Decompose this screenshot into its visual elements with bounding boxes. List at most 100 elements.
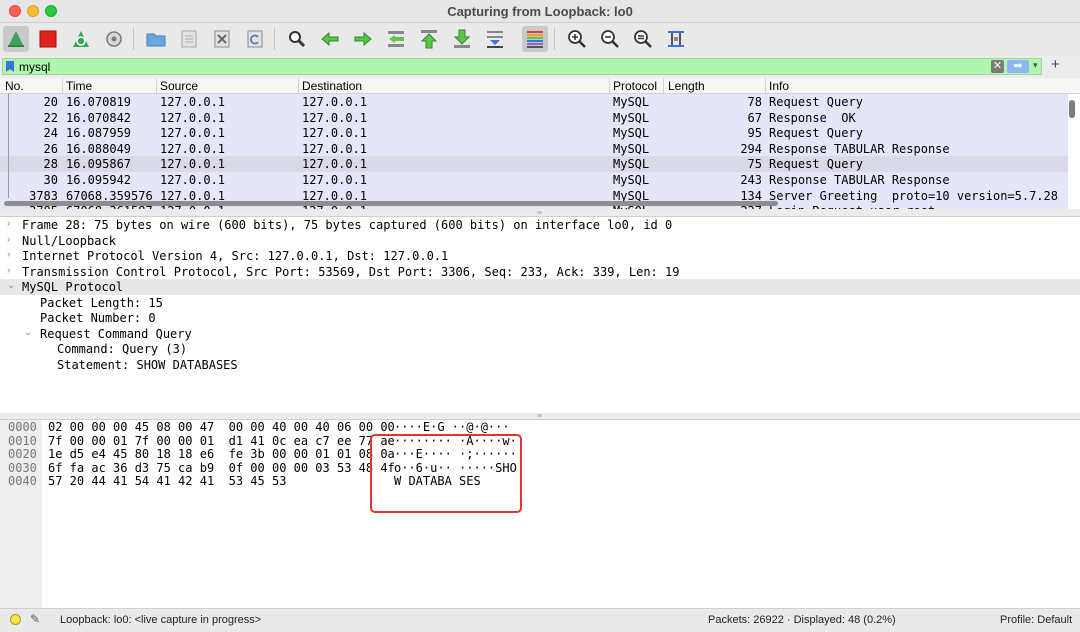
resize-columns-button[interactable] (663, 26, 689, 52)
capture-comment-icon[interactable]: ✎ (30, 612, 40, 626)
zoom-out-button[interactable] (597, 26, 623, 52)
details-line[interactable]: ⌄ Request Command Query (0, 326, 1080, 342)
window-title: Capturing from Loopback: lo0 (447, 4, 633, 19)
details-line[interactable]: Packet Number: 0 (0, 310, 1080, 326)
packet-destination: 127.0.0.1 (302, 157, 368, 172)
byte-offset: 0020 (8, 447, 37, 461)
packet-protocol: MySQL (613, 126, 650, 141)
collapse-chevron-icon[interactable]: ⌄ (24, 327, 32, 338)
details-line[interactable]: Command: Query (3) (0, 341, 1080, 357)
capture-status-text: Loopback: lo0: <live capture in progress… (60, 614, 262, 626)
hex-bytes[interactable]: 57 20 44 41 54 41 42 41 53 45 53 (48, 474, 286, 488)
byte-offset: 0010 (8, 433, 37, 448)
packet-time: 16.088049 (66, 141, 132, 156)
hex-bytes[interactable]: 1e d5 e4 45 80 18 18 e6 fe 3b 00 00 01 0… (48, 447, 395, 461)
colorize-button[interactable] (522, 26, 548, 52)
packet-row[interactable]: 24 16.087959 127.0.0.1 127.0.0.1 MySQL 95 Requ… (0, 125, 1068, 141)
clear-icon[interactable]: ✕ (991, 60, 1004, 73)
auto-scroll-button[interactable] (482, 26, 508, 52)
column-header-info[interactable]: Info (769, 79, 789, 93)
go-forward-button[interactable] (350, 26, 376, 52)
details-text: Command: Query (3) (57, 342, 188, 356)
open-file-button[interactable] (143, 26, 169, 52)
find-packet-button[interactable] (284, 26, 310, 52)
save-file-icon (181, 30, 197, 48)
column-header-time[interactable]: Time (66, 79, 92, 93)
packet-protocol: MySQL (613, 141, 650, 156)
close-file-icon (214, 30, 230, 48)
details-line-selected[interactable]: ⌄ MySQL Protocol (0, 279, 1080, 295)
details-text: Packet Number: 0 (40, 311, 156, 325)
hex-bytes[interactable]: 02 00 00 00 45 08 00 47 00 00 40 00 40 0… (48, 420, 395, 434)
ascii-bytes[interactable]: ····E·G ··@·@··· (394, 420, 510, 434)
vertical-scrollbar[interactable] (1069, 100, 1075, 118)
close-file-button[interactable] (209, 26, 235, 52)
packet-destination: 127.0.0.1 (302, 95, 368, 109)
expand-chevron-icon[interactable]: › (7, 234, 10, 245)
hex-bytes[interactable]: 7f 00 00 01 7f 00 00 01 d1 41 0c ea c7 e… (48, 434, 395, 448)
details-line[interactable]: › Internet Protocol Version 4, Src: 127.… (0, 248, 1080, 264)
packet-row[interactable]: 30 16.095942 127.0.0.1 127.0.0.1 MySQL 243 Res… (0, 172, 1068, 188)
save-file-button[interactable] (176, 26, 202, 52)
display-filter-value[interactable]: mysql (19, 60, 50, 74)
horizontal-scrollbar[interactable] (4, 201, 778, 206)
byte-offset: 0000 (8, 420, 37, 434)
pane-splitter[interactable] (537, 211, 542, 214)
auto-scroll-icon (487, 31, 503, 48)
byte-offset: 0030 (8, 460, 37, 475)
column-header-length[interactable]: Length (668, 79, 705, 93)
start-capture-button[interactable] (3, 26, 29, 52)
go-last-packet-button[interactable] (449, 26, 475, 52)
packet-row[interactable]: 20 16.070819 127.0.0.1 127.0.0.1 MySQL 78 Requ… (0, 94, 1068, 110)
column-header-destination[interactable]: Destination (302, 79, 362, 93)
add-filter-button[interactable]: + (1051, 56, 1060, 73)
packet-row[interactable]: 26 16.088049 127.0.0.1 127.0.0.1 MySQL 294 Res… (0, 140, 1068, 157)
stop-capture-button[interactable] (35, 26, 61, 52)
display-filter-input[interactable]: mysql ✕ ➡ ▾ (2, 58, 1042, 75)
details-line[interactable]: › Frame 28: 75 bytes on wire (600 bits),… (0, 217, 1080, 233)
restart-capture-icon (73, 31, 89, 47)
packet-row-selected[interactable]: 28 16.095867 127.0.0.1 127.0.0.1 MySQL 75 Requ… (0, 156, 1068, 172)
go-first-packet-button[interactable] (416, 26, 442, 52)
chevron-down-icon[interactable]: ▾ (1033, 60, 1038, 71)
apply-arrow-icon[interactable]: ➡ (1007, 60, 1029, 73)
go-last-packet-icon (453, 29, 471, 48)
resize-columns-icon (668, 31, 684, 47)
details-text: Transmission Control Protocol, Src Port:… (22, 264, 680, 279)
packet-row[interactable]: 22 16.070842 127.0.0.1 127.0.0.1 MySQL 67 Resp… (0, 109, 1068, 126)
zoom-in-button[interactable] (564, 26, 590, 52)
packet-length: 243 (740, 173, 762, 187)
details-line[interactable]: › Transmission Control Protocol, Src Por… (0, 264, 1080, 280)
expand-chevron-icon[interactable]: › (7, 265, 10, 276)
packet-no: 24 (43, 126, 58, 141)
start-capture-icon (8, 31, 24, 47)
column-header-protocol[interactable]: Protocol (613, 79, 657, 93)
pane-splitter[interactable] (537, 414, 542, 417)
go-back-button[interactable] (317, 26, 343, 52)
capture-options-button[interactable] (101, 26, 127, 52)
packet-info: Request Query (769, 95, 863, 109)
restart-capture-button[interactable] (68, 26, 94, 52)
hex-bytes[interactable]: 6f fa ac 36 d3 75 ca b9 0f 00 00 00 03 5… (48, 461, 395, 475)
collapse-chevron-icon[interactable]: ⌄ (7, 280, 15, 291)
expand-chevron-icon[interactable]: › (7, 218, 10, 229)
go-to-packet-button[interactable] (383, 26, 409, 52)
details-line[interactable]: › Null/Loopback (0, 233, 1080, 249)
byte-offset: 0040 (8, 474, 37, 488)
column-header-source[interactable]: Source (160, 79, 198, 93)
packet-length: 95 (747, 126, 762, 141)
column-header-no[interactable]: No. (5, 79, 24, 93)
open-file-icon (146, 33, 166, 47)
packet-time: 16.095942 (66, 173, 132, 187)
details-line[interactable]: Statement: SHOW DATABASES (0, 357, 1080, 373)
packet-length: 78 (747, 95, 762, 109)
details-line[interactable]: Packet Length: 15 (0, 295, 1080, 311)
reload-file-button[interactable] (242, 26, 268, 52)
expand-chevron-icon[interactable]: › (7, 249, 10, 260)
packet-destination: 127.0.0.1 (302, 141, 368, 156)
profile-text[interactable]: Profile: Default (1000, 614, 1072, 626)
expert-info-icon[interactable] (10, 614, 21, 625)
zoom-normal-button[interactable] (630, 26, 656, 52)
bookmark-icon[interactable] (6, 61, 14, 72)
reload-file-icon (247, 30, 263, 48)
